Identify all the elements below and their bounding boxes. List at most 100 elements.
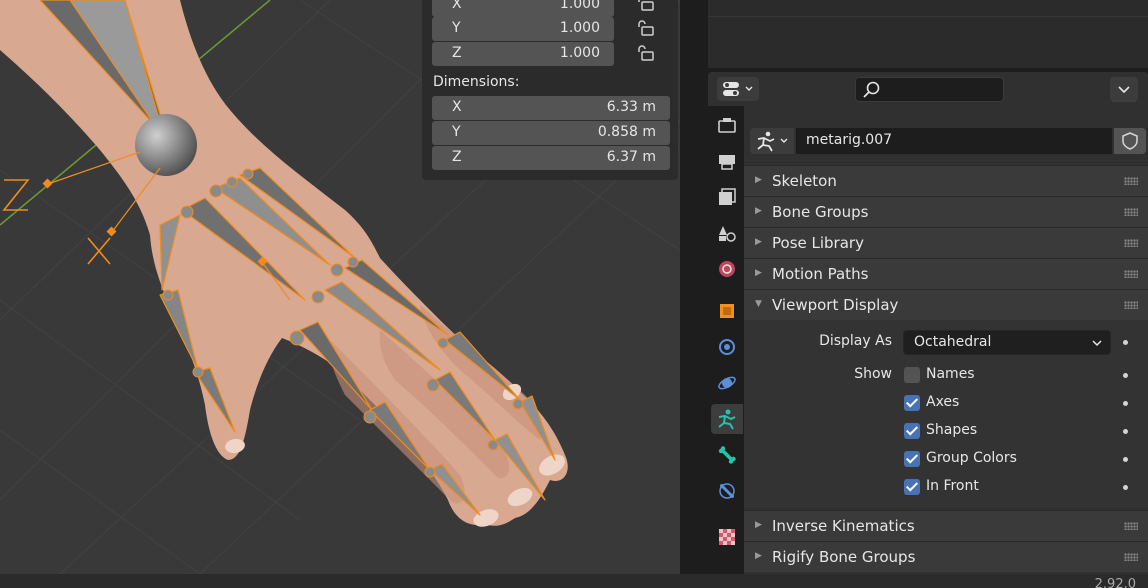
scale-x-value: 1.000 [559,0,600,12]
tab-armature-data[interactable] [711,404,743,434]
unlock-icon[interactable] [638,0,656,12]
drag-handle-icon[interactable] [1124,270,1138,278]
bone-icon [718,446,736,464]
tab-bone[interactable] [711,440,743,470]
status-bar [0,574,1148,588]
in-front-checkbox[interactable] [904,479,920,495]
collapse-arrow-icon: ▶ [755,268,762,278]
properties-content: metarig.007 ▶ Skeleton ▶ Bone Groups ▶ P… [744,106,1148,574]
dimension-x-label: X [452,99,462,115]
drag-handle-icon[interactable] [1124,553,1138,561]
panel-viewport-display[interactable]: ▼ Viewport Display [744,289,1148,320]
render-icon [719,155,735,170]
panel-motion-paths[interactable]: ▶ Motion Paths [744,258,1148,289]
properties-editor: metarig.007 ▶ Skeleton ▶ Bone Groups ▶ P… [708,72,1148,574]
expand-arrow-icon: ▼ [755,299,762,309]
tab-tool[interactable] [711,110,743,140]
chevron-down-icon [1092,340,1102,347]
drag-handle-icon[interactable] [1124,301,1138,309]
tab-modifiers[interactable] [711,332,743,362]
display-as-dropdown[interactable]: Octahedral [903,330,1111,355]
tab-scene[interactable] [711,254,743,284]
tab-output[interactable] [711,182,743,212]
keyframe-dot-icon[interactable] [1123,340,1128,345]
armature-browse-button[interactable] [750,128,794,154]
panel-title: Skeleton [772,172,837,190]
dimensions-label: Dimensions: [433,74,520,90]
armature-name-field[interactable]: metarig.007 [796,128,1112,154]
tab-physics[interactable] [711,368,743,398]
view-layer-icon [719,226,736,242]
collapse-arrow-icon: ▶ [755,520,762,530]
panel-bone-groups[interactable]: ▶ Bone Groups [744,196,1148,227]
panel-title: Motion Paths [772,265,869,283]
names-label: Names [926,366,975,382]
scale-x-label: X [452,0,462,12]
panel-title: Pose Library [772,234,864,252]
unlock-icon[interactable] [638,19,656,37]
axes-checkbox[interactable] [904,395,920,411]
dimension-z-value: 6.37 m [606,149,656,165]
unlock-icon[interactable] [638,44,656,62]
tab-bone-constraints[interactable] [711,476,743,506]
tab-view-layer[interactable] [711,218,743,248]
display-as-value: Octahedral [914,334,992,350]
dimension-z-field[interactable]: Z 6.37 m [432,146,670,170]
3d-viewport[interactable]: Z X X 1.000 Y 1.000 Z 1.000 Dimensions: … [0,0,680,574]
panel-title: Bone Groups [772,203,869,221]
bone-constraints-icon [719,483,735,499]
scale-y-field[interactable]: Y 1.000 [432,17,614,41]
editor-type-button[interactable] [717,77,759,101]
area-separator[interactable] [680,0,708,574]
panel-title: Viewport Display [772,296,899,314]
modifiers-icon [719,339,735,355]
group-colors-checkbox[interactable] [904,451,920,467]
armature-data-icon [757,131,788,152]
keyframe-dot-icon[interactable] [1123,485,1128,490]
collapse-arrow-icon: ▶ [755,175,762,185]
panel-title: Inverse Kinematics [772,517,915,535]
scale-z-value: 1.000 [559,45,600,61]
tab-texture[interactable] [711,522,743,552]
drag-handle-icon[interactable] [1124,239,1138,247]
panel-rigify-bone-groups[interactable]: ▶ Rigify Bone Groups [744,541,1148,572]
names-checkbox[interactable] [904,367,920,383]
drag-handle-icon[interactable] [1124,208,1138,216]
panel-skeleton[interactable]: ▶ Skeleton [744,165,1148,196]
display-as-label: Display As [819,333,892,349]
keyframe-dot-icon[interactable] [1123,373,1128,378]
chevron-down-icon [1118,86,1130,94]
scene-icon [719,261,735,277]
armature-data-icon [718,409,736,430]
panel-pose-library[interactable]: ▶ Pose Library [744,227,1148,258]
scale-z-field[interactable]: Z 1.000 [432,42,614,66]
dimension-y-field[interactable]: Y 0.858 m [432,121,670,145]
scale-x-field[interactable]: X 1.000 [432,0,614,17]
collapse-arrow-icon: ▶ [755,206,762,216]
wrist-joint-sphere [135,114,197,176]
axes-label: Axes [926,394,960,410]
outliner-area [708,0,1148,68]
header-options-button[interactable] [1110,77,1138,102]
keyframe-dot-icon[interactable] [1123,401,1128,406]
in-front-label: In Front [926,478,979,494]
drag-handle-icon[interactable] [1124,177,1138,185]
output-icon [719,188,736,205]
fake-user-button[interactable] [1114,128,1146,154]
dimension-x-field[interactable]: X 6.33 m [432,96,670,120]
panel-inverse-kinematics[interactable]: ▶ Inverse Kinematics [744,510,1148,541]
scale-y-value: 1.000 [559,20,600,36]
shield-icon [1122,132,1138,150]
tool-icon [718,118,736,133]
shapes-checkbox[interactable] [904,423,920,439]
keyframe-dot-icon[interactable] [1123,457,1128,462]
scale-y-label: Y [452,20,461,36]
properties-header [708,72,1148,106]
shapes-label: Shapes [926,422,978,438]
tab-object[interactable] [711,296,743,326]
properties-search-input[interactable] [855,77,1004,102]
tab-render[interactable] [711,146,743,176]
show-label: Show [854,366,892,382]
drag-handle-icon[interactable] [1124,522,1138,530]
keyframe-dot-icon[interactable] [1123,429,1128,434]
